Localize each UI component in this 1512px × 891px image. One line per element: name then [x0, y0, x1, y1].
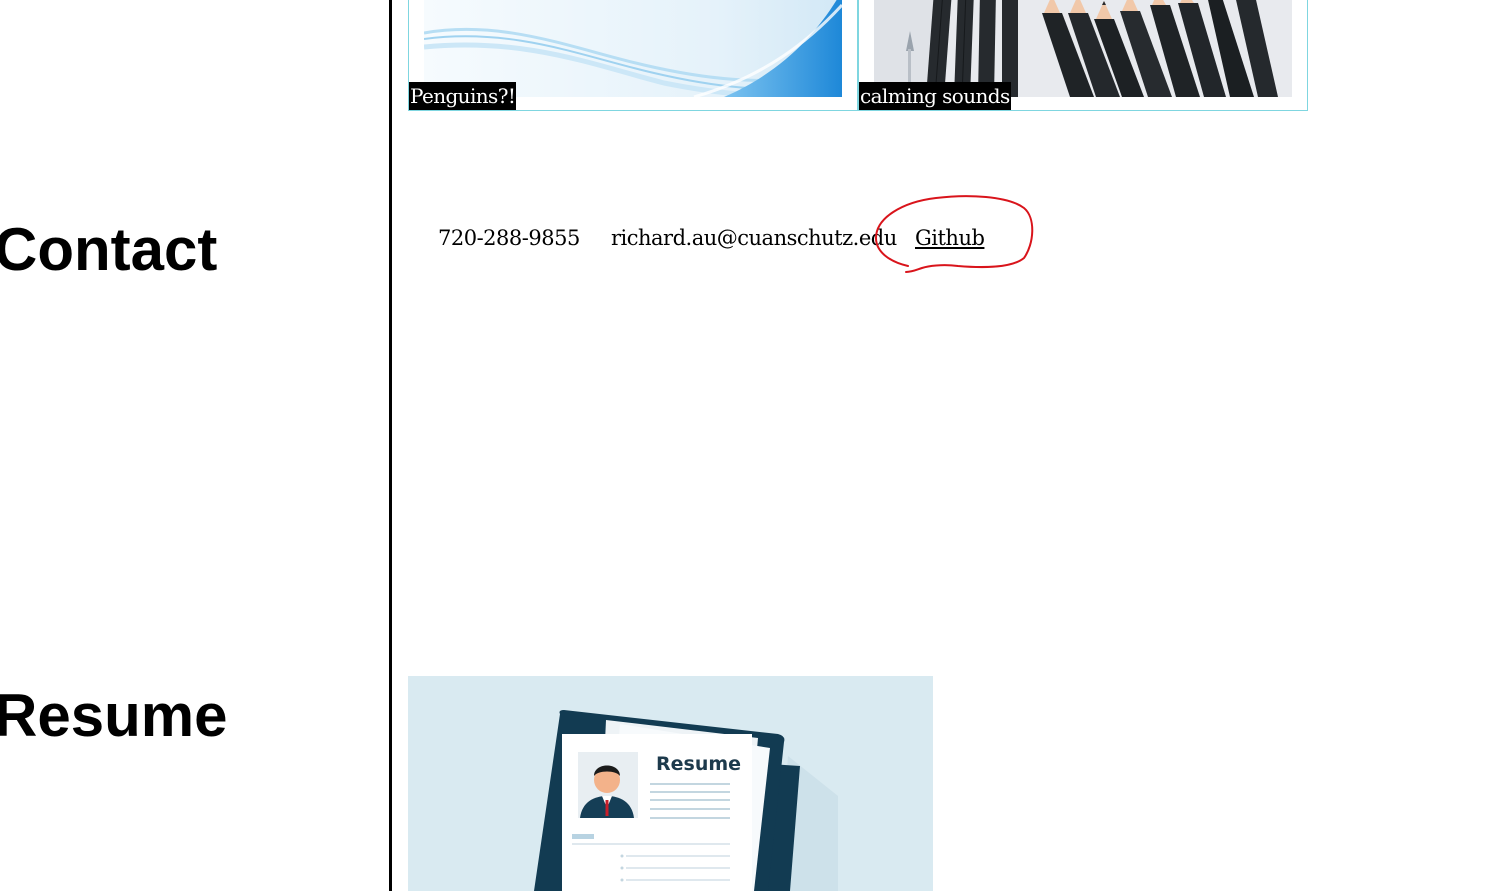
github-link[interactable]: Github [915, 224, 985, 252]
resume-image-text: Resume [656, 753, 741, 775]
project-caption-penguins: Penguins?! [409, 82, 517, 110]
project-card-penguins[interactable]: Penguins?! [408, 0, 858, 111]
phone-number: 720-288-9855 [438, 226, 580, 250]
resume-heading: Resume [0, 682, 228, 749]
project-caption-calming-sounds: calming sounds [859, 82, 1011, 110]
project-card-calming-sounds[interactable]: calming sounds [858, 0, 1308, 111]
vertical-divider [389, 0, 392, 891]
resume-illustration[interactable]: Resume [408, 676, 933, 891]
email-address[interactable]: richard.au@cuanschutz.edu [611, 224, 897, 252]
contact-heading: Contact [0, 216, 218, 283]
